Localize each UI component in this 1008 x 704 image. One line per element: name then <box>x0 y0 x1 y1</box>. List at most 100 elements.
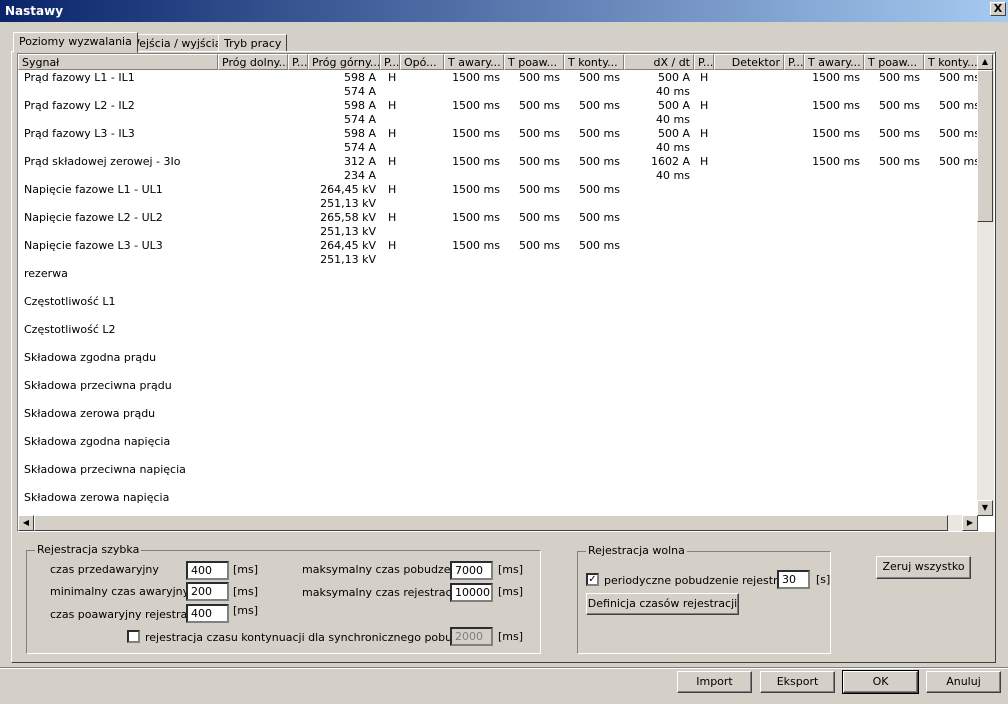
table-cell-dxdt2: 40 ms <box>656 113 690 126</box>
czas-poawaryjny-label: czas poawaryjny rejestracji <box>50 608 200 621</box>
table-row[interactable]: Składowa zgodna napięcia <box>18 434 978 462</box>
table-row[interactable]: Składowa zerowa prądu <box>18 406 978 434</box>
vertical-scrollbar[interactable]: ▲ ▼ <box>977 54 994 516</box>
col-header-t-kontynuacji-2[interactable]: T konty... <box>924 54 984 70</box>
table-cell-t-awar2: 1500 ms <box>812 127 860 140</box>
table-row[interactable]: Składowa zgodna prądu <box>18 350 978 378</box>
table-row[interactable]: Składowa przeciwna prądu <box>18 378 978 406</box>
col-header-p2[interactable]: P... <box>380 54 400 70</box>
table-cell-t-kont: 500 ms <box>579 155 620 168</box>
zeruj-wszystko-button[interactable]: Zeruj wszystko <box>876 556 971 579</box>
periodyczne-input[interactable]: 30 <box>777 570 810 589</box>
table-cell-signal: Składowa zerowa napięcia <box>24 491 170 504</box>
table-cell-signal: Napięcie fazowe L3 - UL3 <box>24 239 163 252</box>
col-header-prog-gorny[interactable]: Próg górny... <box>308 54 380 70</box>
table-cell-t-kont2: 500 ms <box>939 99 978 112</box>
ok-button[interactable]: OK <box>842 670 919 694</box>
table-row[interactable]: Składowa przeciwna napięcia <box>18 462 978 490</box>
table-cell-t-awar: 1500 ms <box>452 211 500 224</box>
col-header-p3[interactable]: P... <box>694 54 714 70</box>
col-header-sygnal[interactable]: Sygnał <box>18 54 218 70</box>
import-button[interactable]: Import <box>677 671 752 693</box>
bottom-separator <box>0 667 1008 669</box>
col-header-p4[interactable]: P... <box>784 54 804 70</box>
table-cell-signal: Składowa przeciwna napięcia <box>24 463 186 476</box>
definicja-czasow-button[interactable]: Definicja czasów rejestracji <box>586 593 739 615</box>
table-row[interactable]: Napięcie fazowe L1 - UL1 264,45 kV 251,13 … <box>18 182 978 210</box>
table-cell-t-awar2: 1500 ms <box>812 71 860 84</box>
table-row[interactable]: rezerwa <box>18 266 978 294</box>
table-cell-signal: Składowa przeciwna prądu <box>24 379 172 392</box>
table-row[interactable]: Częstotliwość L1 <box>18 294 978 322</box>
col-header-dxdt[interactable]: dX / dt <box>624 54 694 70</box>
settings-grid[interactable]: Sygnał Próg dolny... P... Próg górny... … <box>17 53 995 532</box>
czas-poawaryjny-input[interactable]: 400 <box>186 604 229 623</box>
rejestracja-wolna-title: Rejestracja wolna <box>586 544 687 557</box>
col-header-t-awaryjny[interactable]: T awary... <box>444 54 504 70</box>
table-cell-t-awar: 1500 ms <box>452 155 500 168</box>
min-czas-awaryjny-unit: [ms] <box>233 585 259 598</box>
table-row[interactable]: Prąd fazowy L2 - IL2 598 A 574 A H 1500 ms 50… <box>18 98 978 126</box>
horizontal-scroll-thumb[interactable] <box>34 515 948 531</box>
scroll-right-arrow-icon[interactable]: ▶ <box>962 515 978 531</box>
table-cell-signal: Prąd fazowy L1 - IL1 <box>24 71 135 84</box>
table-cell-signal: Prąd składowej zerowej - 3Io <box>24 155 181 168</box>
table-cell-prog-gorny2: 574 A <box>343 85 376 98</box>
col-header-t-poawaryjny-2[interactable]: T poaw... <box>864 54 924 70</box>
table-cell-prog-gorny2: 251,13 kV <box>320 253 376 266</box>
table-row[interactable]: Składowa zerowa napięcia <box>18 490 978 516</box>
table-cell-signal: Napięcie fazowe L2 - UL2 <box>24 211 163 224</box>
grid-body: Prąd fazowy L1 - IL1 598 A 574 A H 1500 ms 50… <box>18 70 978 516</box>
kontynuacja-checkbox[interactable] <box>127 630 140 643</box>
max-czas-rejestracji-input[interactable]: 10000 <box>450 583 493 602</box>
table-cell-t-poaw2: 500 ms <box>879 127 920 140</box>
title-bar: Nastawy X <box>0 0 1008 22</box>
table-row[interactable]: Prąd fazowy L1 - IL1 598 A 574 A H 1500 ms 50… <box>18 70 978 98</box>
scroll-down-arrow-icon[interactable]: ▼ <box>977 500 993 516</box>
horizontal-scrollbar[interactable]: ◀ ▶ <box>18 515 978 531</box>
table-cell-p2: H <box>388 239 397 252</box>
anuluj-button[interactable]: Anuluj <box>926 671 1001 693</box>
table-cell-signal: Składowa zgodna prądu <box>24 351 157 364</box>
table-cell-t-kont2: 500 ms <box>939 155 978 168</box>
table-cell-t-kont: 500 ms <box>579 211 620 224</box>
max-czas-rejestracji-unit: [ms] <box>498 585 524 598</box>
col-header-p1[interactable]: P... <box>288 54 308 70</box>
col-header-t-kontynuacji[interactable]: T konty... <box>564 54 624 70</box>
table-cell-t-awar2: 1500 ms <box>812 99 860 112</box>
table-row[interactable]: Napięcie fazowe L3 - UL3 264,45 kV 251,13 … <box>18 238 978 266</box>
tab-wejscia-wyjscia[interactable]: Wejścia / wyjścia <box>123 34 228 52</box>
table-cell-signal: Składowa zerowa prądu <box>24 407 156 420</box>
tab-poziomy-wyzwalania[interactable]: Poziomy wyzwalania <box>13 32 138 53</box>
table-row[interactable]: Częstotliwość L2 <box>18 322 978 350</box>
table-cell-t-poaw2: 500 ms <box>879 99 920 112</box>
scroll-left-arrow-icon[interactable]: ◀ <box>18 515 34 531</box>
min-czas-awaryjny-input[interactable]: 200 <box>186 582 229 601</box>
max-czas-pobudzenia-input[interactable]: 7000 <box>450 561 493 580</box>
col-header-detektor[interactable]: Detektor <box>714 54 784 70</box>
table-cell-p2: H <box>388 99 397 112</box>
table-cell-p2: H <box>388 183 397 196</box>
tab-tryb-pracy[interactable]: Tryb pracy <box>218 34 288 52</box>
col-header-opoznienie[interactable]: Opó... <box>400 54 444 70</box>
col-header-t-awaryjny-2[interactable]: T awary... <box>804 54 864 70</box>
czas-przedawaryjny-input[interactable]: 400 <box>186 561 229 580</box>
table-row[interactable]: Prąd składowej zerowej - 3Io 312 A 234 AH1… <box>18 154 978 182</box>
col-header-prog-dolny[interactable]: Próg dolny... <box>218 54 288 70</box>
close-button[interactable]: X <box>990 2 1006 16</box>
table-cell-p3: H <box>700 71 709 84</box>
table-row[interactable]: Napięcie fazowe L2 - UL2 265,58 kV 251,13 … <box>18 210 978 238</box>
table-cell-dxdt: 500 A <box>657 127 690 140</box>
table-cell-prog-gorny: 312 A <box>343 155 376 168</box>
scroll-up-arrow-icon[interactable]: ▲ <box>977 54 993 70</box>
periodyczne-checkbox[interactable]: ✓ <box>586 573 599 586</box>
table-cell-prog-gorny2: 574 A <box>343 141 376 154</box>
table-cell-signal: Prąd fazowy L3 - IL3 <box>24 127 135 140</box>
col-header-t-poawaryjny[interactable]: T poaw... <box>504 54 564 70</box>
window-title: Nastawy <box>5 4 64 18</box>
table-cell-prog-gorny2: 234 A <box>343 169 376 182</box>
eksport-button[interactable]: Eksport <box>760 671 835 693</box>
vertical-scroll-thumb[interactable] <box>977 70 993 222</box>
table-cell-signal: Częstotliwość L2 <box>24 323 116 336</box>
table-row[interactable]: Prąd fazowy L3 - IL3 598 A 574 A H 1500 ms 50… <box>18 126 978 154</box>
